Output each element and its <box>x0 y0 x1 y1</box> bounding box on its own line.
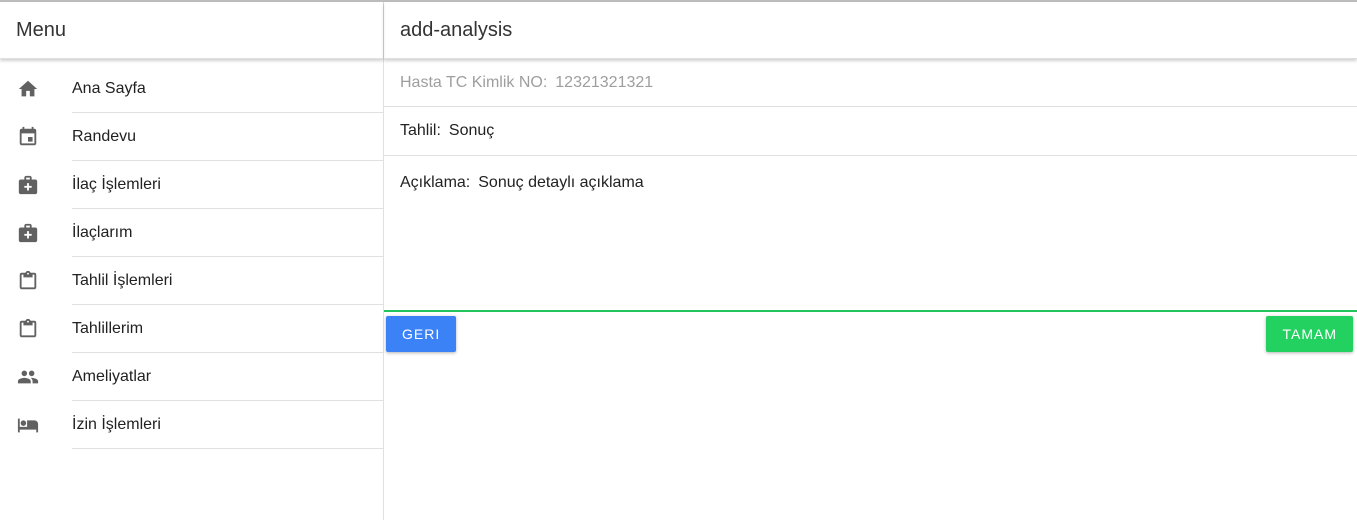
medical-bag-icon <box>0 222 72 244</box>
medical-bag-icon <box>0 174 72 196</box>
tc-field[interactable]: Hasta TC Kimlik NO: 12321321321 <box>384 59 1357 107</box>
sidebar-item-label: İzin İşlemleri <box>72 401 383 449</box>
sidebar-item-label: İlaç İşlemleri <box>72 161 383 209</box>
sidebar-item-label: Ana Sayfa <box>72 65 383 113</box>
sidebar-item-label: Randevu <box>72 113 383 161</box>
page-title: add-analysis <box>384 2 1357 59</box>
sidebar-item-ana-sayfa[interactable]: Ana Sayfa <box>0 65 383 113</box>
sidebar-item-izin-islemleri[interactable]: İzin İşlemleri <box>0 401 383 449</box>
back-button[interactable]: GERI <box>386 316 457 352</box>
bed-icon <box>0 414 72 436</box>
sidebar-item-ameliyatlar[interactable]: Ameliyatlar <box>0 353 383 401</box>
tahlil-field[interactable]: Tahlil: Sonuç <box>384 107 1357 156</box>
sidebar-item-label: Tahlillerim <box>72 305 383 353</box>
aciklama-field-label: Açıklama: <box>400 174 471 191</box>
tahlil-field-label: Tahlil: <box>400 122 441 139</box>
home-icon <box>0 78 72 100</box>
menu-list: Ana Sayfa Randevu İlaç İşlemleri İlaçlar… <box>0 65 383 449</box>
tc-field-label: Hasta TC Kimlik NO: <box>400 73 548 91</box>
sidebar: Menu Ana Sayfa Randevu İlaç İşlemleri İl… <box>0 2 384 520</box>
tc-field-value: 12321321321 <box>555 73 654 91</box>
form-actions: GERI TAMAM <box>384 312 1357 352</box>
calendar-icon <box>0 126 72 148</box>
aciklama-textarea[interactable]: Açıklama: Sonuç detaylı açıklama <box>384 156 1357 312</box>
main-panel: add-analysis Hasta TC Kimlik NO: 1232132… <box>384 2 1357 520</box>
sidebar-item-randevu[interactable]: Randevu <box>0 113 383 161</box>
tahlil-field-value: Sonuç <box>448 122 495 139</box>
sidebar-item-tahlillerim[interactable]: Tahlillerim <box>0 305 383 353</box>
sidebar-item-ilac-islemleri[interactable]: İlaç İşlemleri <box>0 161 383 209</box>
aciklama-field-value: Sonuç detaylı açıklama <box>478 174 644 191</box>
sidebar-title: Menu <box>0 2 383 59</box>
sidebar-item-ilaclarim[interactable]: İlaçlarım <box>0 209 383 257</box>
sidebar-item-tahlil-islemleri[interactable]: Tahlil İşlemleri <box>0 257 383 305</box>
people-icon <box>0 366 72 388</box>
ok-button[interactable]: TAMAM <box>1266 316 1353 352</box>
sidebar-item-label: Ameliyatlar <box>72 353 383 401</box>
clipboard-icon <box>0 318 72 340</box>
clipboard-icon <box>0 270 72 292</box>
sidebar-item-label: Tahlil İşlemleri <box>72 257 383 305</box>
sidebar-item-label: İlaçlarım <box>72 209 383 257</box>
